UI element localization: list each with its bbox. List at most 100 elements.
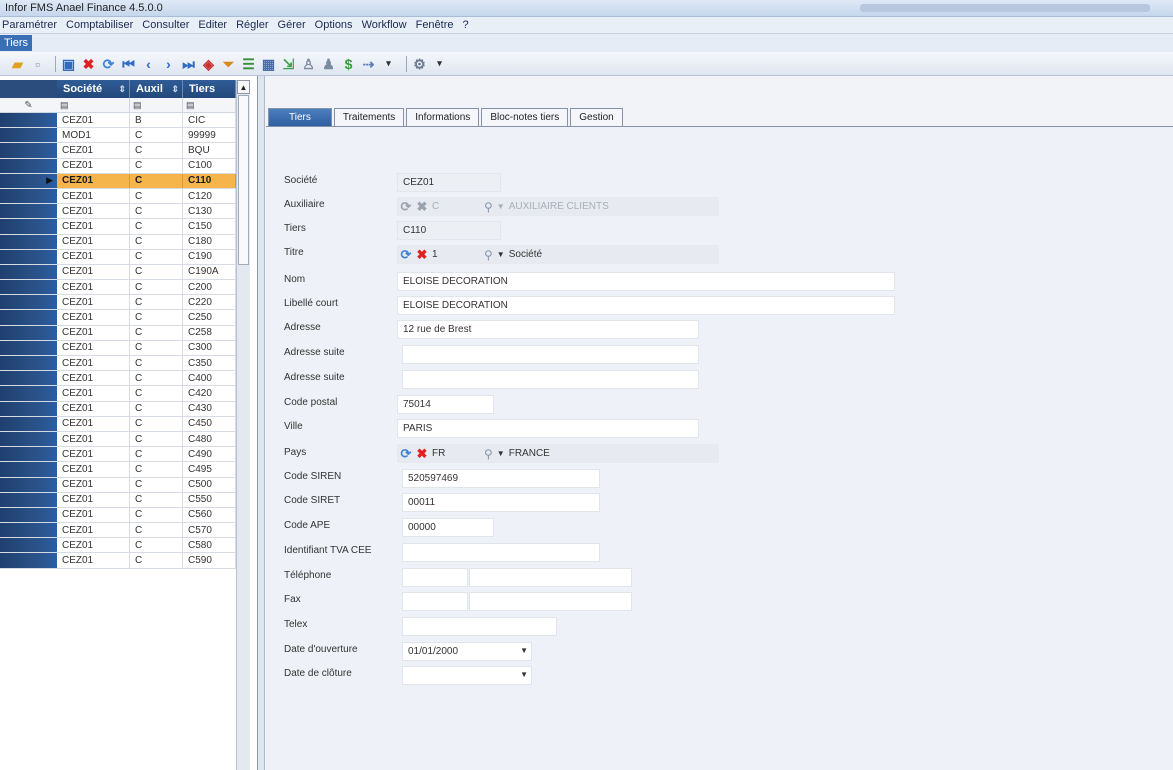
table-row[interactable]: CEZ01 C C180 (0, 234, 250, 250)
cell-societe[interactable]: CEZ01 (57, 401, 130, 416)
cell-tiers[interactable]: C400 (183, 371, 236, 386)
cell-societe[interactable]: CEZ01 (57, 234, 130, 249)
row-selector[interactable] (0, 340, 57, 355)
row-selector[interactable] (0, 188, 57, 204)
save-icon[interactable]: ▣ (61, 56, 76, 71)
cell-tiers[interactable]: C495 (183, 462, 236, 477)
field-telephone-prefix[interactable] (402, 568, 468, 587)
lookup-titre[interactable]: ⟳ ✖ 1 ⚲ ▼ Société (397, 245, 719, 264)
table-row[interactable]: CEZ01 C C400 (0, 371, 250, 387)
cell-tiers[interactable]: C220 (183, 295, 236, 310)
cell-auxil[interactable]: C (130, 325, 183, 340)
cell-tiers[interactable]: C250 (183, 310, 236, 325)
cell-auxil[interactable]: C (130, 128, 183, 143)
row-selector[interactable] (0, 538, 57, 553)
cell-societe[interactable]: CEZ01 (57, 507, 130, 523)
filter-cell-auxil[interactable]: ▤ (130, 98, 183, 112)
panel-splitter[interactable] (258, 76, 265, 770)
tab-informations[interactable]: Informations (406, 108, 480, 127)
row-selector[interactable] (0, 219, 57, 234)
cell-tiers[interactable]: C580 (183, 538, 236, 553)
row-selector[interactable] (0, 401, 57, 416)
cell-societe[interactable]: CEZ01 (57, 386, 130, 401)
search-icon[interactable]: ⚲ (484, 447, 493, 461)
new-document-icon[interactable]: ▫ (30, 56, 45, 71)
cell-tiers[interactable]: C350 (183, 356, 236, 371)
table-row[interactable]: CEZ01 C C250 (0, 310, 250, 326)
cell-auxil[interactable]: C (130, 340, 183, 355)
cell-auxil[interactable]: C (130, 356, 183, 371)
cell-tiers[interactable]: 99999 (183, 128, 236, 143)
user-icon[interactable]: ♙ (301, 56, 316, 71)
dropdown-arrow-icon[interactable]: ▼ (520, 646, 528, 655)
row-selector[interactable] (0, 234, 57, 249)
row-selector[interactable] (0, 325, 57, 340)
menu-gerer[interactable]: Gérer (278, 19, 306, 31)
cell-societe[interactable]: CEZ01 (57, 249, 130, 264)
dropdown-arrow-icon[interactable]: ▼ (520, 670, 528, 679)
filter-cell-tiers[interactable]: ▤ (183, 98, 236, 112)
field-telex[interactable] (402, 617, 557, 636)
cell-tiers[interactable]: C560 (183, 507, 236, 523)
cell-auxil[interactable]: C (130, 173, 183, 188)
cell-societe[interactable]: CEZ01 (57, 523, 130, 538)
tab-bloc-notes-tiers[interactable]: Bloc-notes tiers (481, 108, 569, 127)
field-code-siren[interactable]: 520597469 (402, 469, 600, 488)
cell-societe[interactable]: CEZ01 (57, 310, 130, 325)
cell-societe[interactable]: CEZ01 (57, 173, 130, 188)
cell-tiers[interactable]: C190 (183, 249, 236, 264)
cell-societe[interactable]: CEZ01 (57, 553, 130, 568)
cell-tiers[interactable]: C570 (183, 523, 236, 538)
cell-auxil[interactable]: C (130, 386, 183, 401)
field-adresse[interactable]: 12 rue de Brest (397, 320, 699, 339)
row-selector[interactable] (0, 523, 57, 538)
field-code-ape[interactable]: 00000 (402, 518, 494, 537)
cell-auxil[interactable]: C (130, 143, 183, 158)
table-row[interactable]: CEZ01 C C570 (0, 523, 250, 539)
cell-tiers[interactable]: CIC (183, 113, 236, 128)
row-selector[interactable] (0, 447, 57, 462)
cell-societe[interactable]: CEZ01 (57, 371, 130, 386)
row-selector[interactable] (0, 492, 57, 507)
field-code-postal[interactable]: 75014 (397, 395, 494, 414)
cell-auxil[interactable]: C (130, 264, 183, 280)
cell-tiers[interactable]: C300 (183, 340, 236, 355)
column-header-tiers[interactable]: Tiers (183, 80, 236, 98)
table-row[interactable]: CEZ01 C C450 (0, 416, 250, 432)
cell-auxil[interactable]: C (130, 507, 183, 523)
lookup-pays[interactable]: ⟳ ✖ FR ⚲ ▼ FRANCE (397, 444, 719, 463)
cell-auxil[interactable]: C (130, 234, 183, 249)
table-row[interactable]: CEZ01 C BQU (0, 143, 250, 159)
cell-societe[interactable]: CEZ01 (57, 280, 130, 295)
cell-societe[interactable]: CEZ01 (57, 143, 130, 158)
export-icon[interactable]: ⇲ (281, 56, 296, 71)
list-icon[interactable]: ☰ (241, 56, 256, 71)
cell-tiers[interactable]: C190A (183, 264, 236, 280)
row-selector[interactable] (0, 143, 57, 158)
field-nom[interactable]: ELOISE DECORATION (397, 272, 895, 291)
refresh-icon[interactable]: ⟳ (101, 56, 116, 71)
cell-tiers[interactable]: C500 (183, 477, 236, 492)
cell-societe[interactable]: CEZ01 (57, 113, 130, 128)
row-selector[interactable] (0, 204, 57, 219)
table-row[interactable]: CEZ01 C C190 (0, 249, 250, 265)
row-selector[interactable] (0, 477, 57, 492)
cell-societe[interactable]: CEZ01 (57, 204, 130, 219)
cell-auxil[interactable]: C (130, 431, 183, 447)
tab-tiers[interactable]: Tiers (268, 108, 332, 127)
table-row[interactable]: MOD1 C 99999 (0, 128, 250, 144)
table-row[interactable]: CEZ01 C C490 (0, 447, 250, 463)
cell-societe[interactable]: CEZ01 (57, 447, 130, 462)
table-row[interactable]: CEZ01 C C150 (0, 219, 250, 235)
cell-auxil[interactable]: C (130, 492, 183, 507)
row-selector[interactable] (0, 553, 57, 568)
clear-icon[interactable]: ✖ (416, 446, 428, 462)
table-row[interactable]: ▶ CEZ01 C C110 (0, 173, 250, 189)
table-row[interactable]: CEZ01 C C560 (0, 507, 250, 524)
field-telephone[interactable] (469, 568, 632, 587)
cell-tiers[interactable]: C180 (183, 234, 236, 249)
cell-tiers[interactable]: C430 (183, 401, 236, 416)
cell-tiers[interactable]: C120 (183, 188, 236, 204)
menu-parametrer[interactable]: Paramétrer (2, 19, 57, 31)
cell-auxil[interactable]: C (130, 295, 183, 310)
